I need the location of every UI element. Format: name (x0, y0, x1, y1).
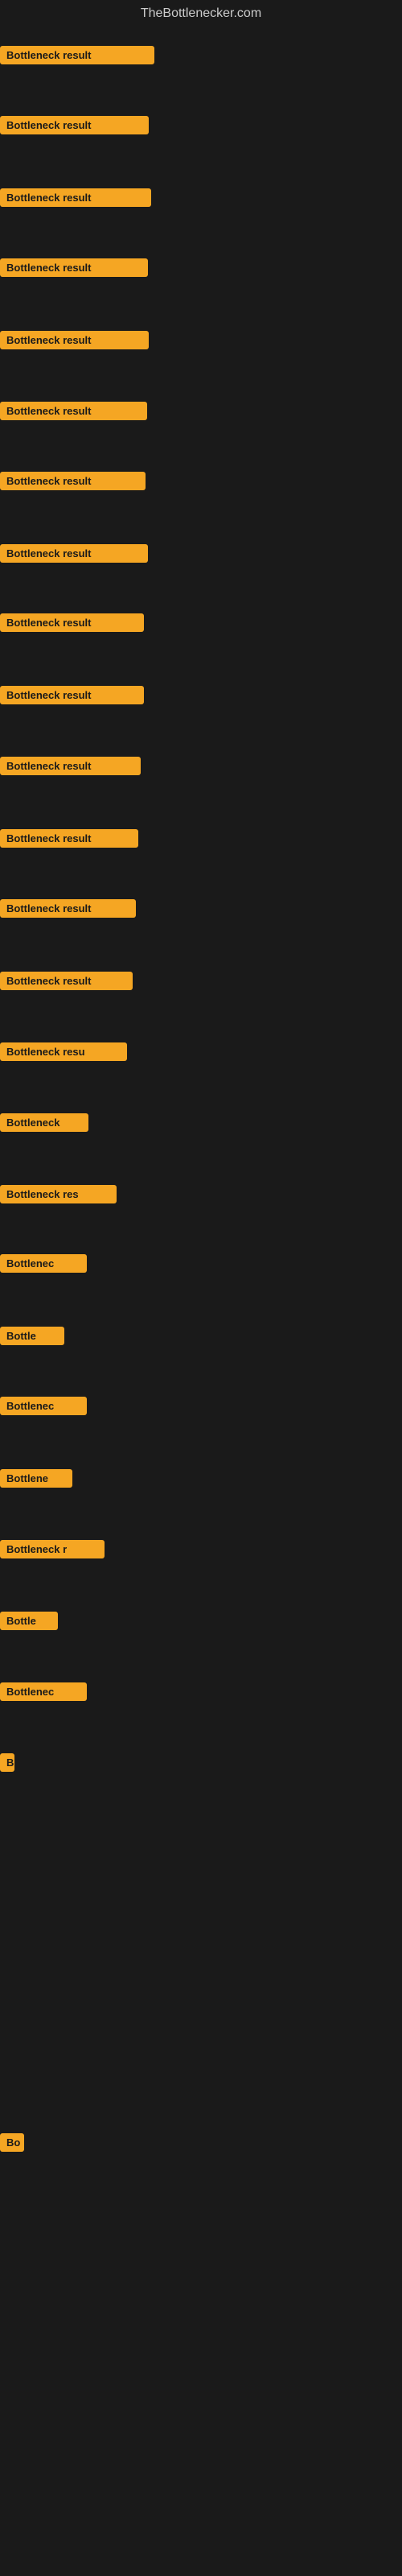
site-title: TheBottlenecker.com (0, 0, 402, 27)
bottleneck-result-item: Bottleneck result (0, 472, 146, 490)
bottleneck-result-item: Bottleneck resu (0, 1042, 127, 1061)
bottleneck-result-item: Bottleneck result (0, 972, 133, 990)
bottleneck-result-item: Bottleneck result (0, 686, 144, 704)
bottleneck-result-item: Bottleneck result (0, 544, 148, 563)
bottleneck-result-item: Bottlenec (0, 1254, 87, 1273)
bottleneck-result-item: Bottleneck r (0, 1540, 105, 1558)
bottleneck-result-item: Bottleneck result (0, 757, 141, 775)
bottleneck-result-item: Bottleneck result (0, 899, 136, 918)
bottleneck-result-item: Bottleneck result (0, 402, 147, 420)
bottleneck-result-item: Bo (0, 2133, 24, 2152)
bottleneck-result-item: Bottle (0, 1612, 58, 1630)
bottleneck-result-item: Bottlenec (0, 1397, 87, 1415)
bottleneck-result-item: Bottleneck result (0, 188, 151, 207)
bottleneck-result-item: Bottleneck result (0, 258, 148, 277)
bottleneck-result-item: Bottleneck res (0, 1185, 117, 1203)
bottleneck-result-item: Bottleneck result (0, 116, 149, 134)
bottleneck-result-item: Bottleneck result (0, 331, 149, 349)
bottleneck-result-item: Bottleneck result (0, 46, 154, 64)
bottleneck-result-item: Bottlenec (0, 1682, 87, 1701)
bottleneck-result-item: Bottlene (0, 1469, 72, 1488)
bottleneck-result-item: B (0, 1753, 14, 1772)
bottleneck-result-item: Bottle (0, 1327, 64, 1345)
bottleneck-result-item: Bottleneck result (0, 613, 144, 632)
bottleneck-result-item: Bottleneck (0, 1113, 88, 1132)
bottleneck-result-item: Bottleneck result (0, 829, 138, 848)
